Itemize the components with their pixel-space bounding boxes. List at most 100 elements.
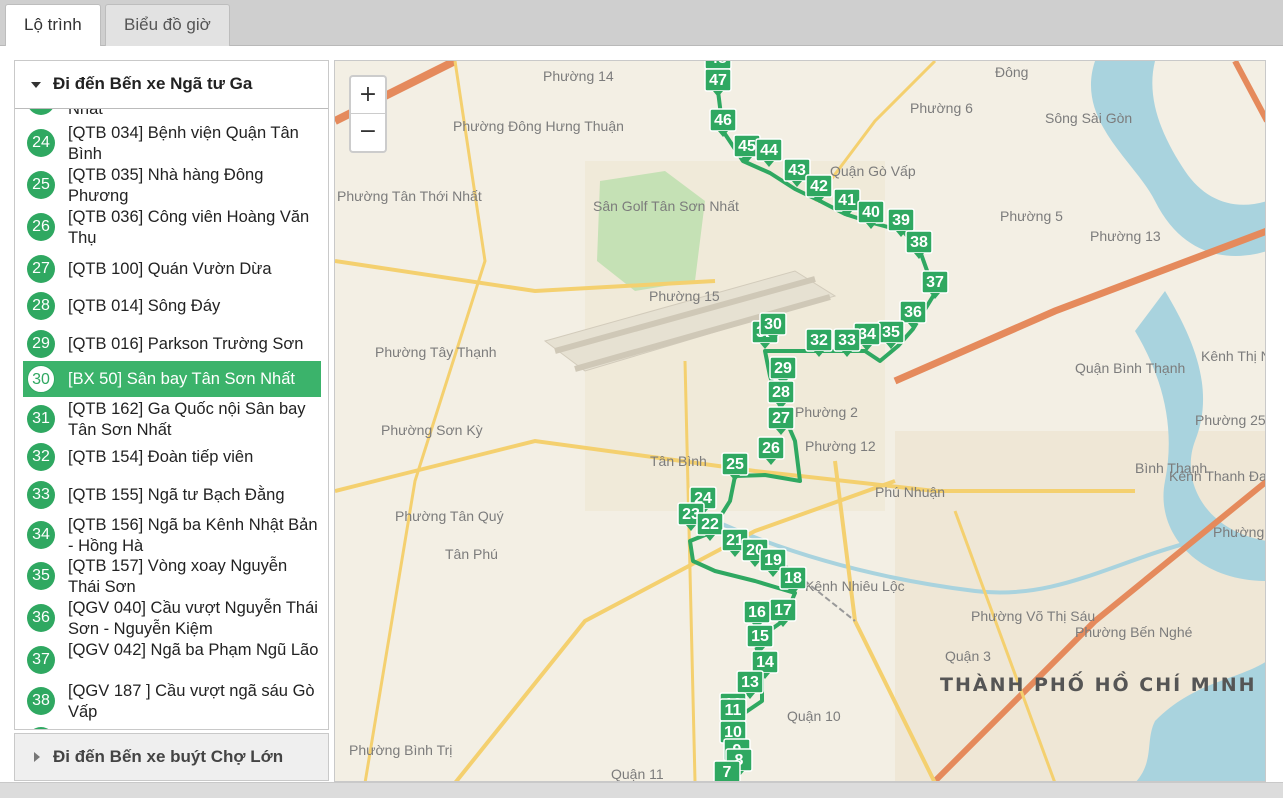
- map-label: Phường 22: [1213, 524, 1266, 540]
- list-item[interactable]: 24 [QTB 034] Bệnh viện Quận Tân Bình: [23, 123, 321, 165]
- map-label: Phường 6: [910, 100, 973, 116]
- map-label: Phường Đông Hưng Thuận: [453, 118, 624, 134]
- marker-label: 35: [882, 324, 900, 341]
- marker-label: 14: [756, 654, 774, 671]
- list-item[interactable]: 32 [QTB 154] Đoàn tiếp viên: [23, 441, 321, 479]
- stop-number: 38: [27, 687, 55, 715]
- stop-number: 27: [27, 255, 55, 283]
- list-item[interactable]: 27 [QTB 100] Quán Vườn Dừa: [23, 249, 321, 287]
- marker-label: 26: [762, 440, 780, 457]
- marker-label: 15: [751, 628, 769, 645]
- direction-header-collapsed[interactable]: Đi đến Bến xe buýt Chợ Lớn: [14, 733, 329, 781]
- list-item-selected[interactable]: 30 [BX 50] Sân bay Tân Sơn Nhất: [23, 361, 321, 397]
- list-item[interactable]: 26 [QTB 036] Công viên Hoàng Văn Thụ: [23, 206, 321, 248]
- map-label: Quận 11: [611, 766, 664, 782]
- map-view[interactable]: + − Phường 14 Phường Đông Hưng Thuận Phư…: [334, 60, 1266, 782]
- marker-label: 39: [892, 212, 910, 229]
- list-item[interactable]: 38 [QGV 187 ] Cầu vượt ngã sáu Gò Vấp: [23, 681, 321, 723]
- marker-label: 44: [760, 142, 778, 159]
- stop-name: [QTB 100] Quán Vườn Dừa: [68, 260, 272, 278]
- list-item[interactable]: [23, 725, 321, 729]
- stop-name: [QTB 154] Đoàn tiếp viên: [68, 448, 254, 466]
- marker-label: 47: [709, 72, 727, 89]
- map-label: Phường Sơn Kỳ: [381, 422, 483, 438]
- list-item[interactable]: 34 [QTB 156] Ngã ba Kênh Nhật Bản - Hồng…: [23, 515, 321, 557]
- map-label: Tân Phú: [445, 546, 498, 562]
- marker-label: 17: [774, 602, 792, 619]
- marker-label: 32: [810, 332, 828, 349]
- marker-label: 27: [772, 410, 790, 427]
- bottom-bar: [0, 782, 1283, 798]
- list-item[interactable]: 31 [QTB 162] Ga Quốc nội Sân bay Tân Sơn…: [23, 399, 321, 441]
- stop-name: [QTB 035] Nhà hàng Đông Phương: [68, 166, 264, 205]
- map-label: Tân Bình: [650, 453, 707, 469]
- direction-header[interactable]: Đi đến Bến xe Ngã tư Ga: [15, 61, 328, 109]
- map-label: Phường Tân Quý: [395, 508, 504, 524]
- stop-number: 33: [27, 481, 55, 509]
- map-label: Quận Bình Thạnh: [1075, 360, 1185, 376]
- stop-name: [QGV 040] Cầu vượt Nguyễn Thái Sơn - Ngu…: [68, 599, 318, 638]
- marker-label: 45: [738, 138, 756, 155]
- map-label: Sông Sài Gòn: [1045, 110, 1132, 126]
- marker-label: 18: [784, 570, 802, 587]
- stop-number: 26: [27, 213, 55, 241]
- list-item[interactable]: 36 [QGV 040] Cầu vượt Nguyễn Thái Sơn - …: [23, 598, 321, 640]
- marker-label: 7: [723, 764, 732, 781]
- stop-name: [QTB 014] Sông Đáy: [68, 297, 221, 315]
- stop-number: 24: [27, 129, 55, 157]
- marker-label: 40: [862, 204, 880, 221]
- tab-bar: Lộ trình Biểu đồ giờ: [0, 0, 1283, 47]
- tab-timetable[interactable]: Biểu đồ giờ: [105, 4, 230, 46]
- marker-label: 34: [858, 326, 876, 343]
- content-area: 23 Nhất 24 [QTB 034] Bệnh viện Quận Tân …: [0, 46, 1283, 798]
- stop-list[interactable]: 23 Nhất 24 [QTB 034] Bệnh viện Quận Tân …: [15, 61, 328, 729]
- stop-number: 32: [27, 443, 55, 471]
- map-canvas[interactable]: Phường 14 Phường Đông Hưng Thuận Phường …: [335, 61, 1266, 782]
- map-label: Phường Bình Trị: [349, 742, 452, 758]
- map-label: Quận Gò Vấp: [830, 163, 916, 179]
- map-label: Phường 5: [1000, 208, 1063, 224]
- list-item[interactable]: 29 [QTB 016] Parkson Trường Sơn: [23, 325, 321, 363]
- stop-number-partial: [27, 727, 55, 729]
- stop-number: 28: [27, 292, 55, 320]
- route-stop-marker[interactable]: 7: [713, 760, 741, 782]
- stop-name: [QTB 157] Vòng xoay Nguyễn Thái Sơn: [68, 557, 288, 596]
- stop-number: 34: [27, 521, 55, 549]
- tab-route[interactable]: Lộ trình: [5, 4, 101, 47]
- map-label: Phường 2: [795, 404, 858, 420]
- stop-name: [QGV 187 ] Cầu vượt ngã sáu Gò Vấp: [68, 682, 315, 721]
- zoom-in-button[interactable]: +: [351, 77, 385, 114]
- map-label: Đông: [995, 64, 1028, 80]
- map-label: Phường 25: [1195, 412, 1266, 428]
- stop-name: [QTB 155] Ngã tư Bạch Đằng: [68, 486, 285, 504]
- stop-number: 25: [27, 171, 55, 199]
- marker-label: 19: [764, 552, 782, 569]
- marker-label: 13: [741, 674, 759, 691]
- map-label: Quận 10: [787, 708, 841, 724]
- list-item[interactable]: 25 [QTB 035] Nhà hàng Đông Phương: [23, 165, 321, 207]
- list-item[interactable]: 33 [QTB 155] Ngã tư Bạch Đằng: [23, 479, 321, 517]
- stop-number: 36: [27, 604, 55, 632]
- stop-number: 30: [27, 365, 55, 393]
- list-item[interactable]: 37 [QGV 042] Ngã ba Phạm Ngũ Lão: [23, 640, 321, 682]
- stop-name: [QTB 016] Parkson Trường Sơn: [68, 335, 304, 353]
- list-item[interactable]: 28 [QTB 014] Sông Đáy: [23, 287, 321, 325]
- map-label-city: THÀNH PHỐ HỒ CHÍ MINH: [940, 670, 1257, 696]
- marker-label: 33: [838, 332, 856, 349]
- route-panel: 23 Nhất 24 [QTB 034] Bệnh viện Quận Tân …: [14, 60, 329, 730]
- list-item[interactable]: 35 [QTB 157] Vòng xoay Nguyễn Thái Sơn: [23, 557, 321, 599]
- stop-name: [BX 50] Sân bay Tân Sơn Nhất: [68, 370, 295, 388]
- map-label: Quận 3: [945, 648, 991, 664]
- map-label: Phường Võ Thị Sáu: [971, 608, 1095, 624]
- stop-number: 29: [27, 330, 55, 358]
- marker-label: 48: [709, 61, 727, 67]
- map-label: Phường Bến Nghé: [1075, 624, 1193, 640]
- zoom-control: + −: [349, 75, 387, 153]
- map-label: Kênh Thị Nghè: [1201, 348, 1266, 364]
- caret-right-icon: [34, 752, 40, 762]
- golf-course: [597, 171, 705, 291]
- map-label: Phú Nhuận: [875, 484, 945, 500]
- map-label: Phường 14: [543, 68, 614, 84]
- zoom-out-button[interactable]: −: [351, 114, 385, 151]
- map-label: Kênh Nhiêu Lộc: [805, 578, 905, 594]
